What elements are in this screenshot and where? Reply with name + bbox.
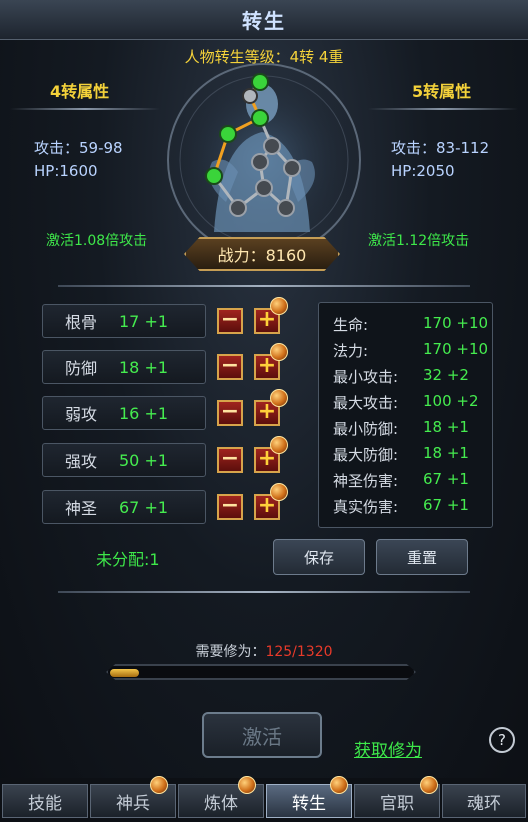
summary-value: 18 +1 [423,418,469,436]
ornament-divider-top [58,285,470,287]
cultivation-progress-fill [110,669,139,677]
orb-badge-icon [270,483,288,501]
summary-value: 67 +1 [423,470,469,488]
summary-value: 18 +1 [423,444,469,462]
summary-key: 最大攻击: [333,394,399,412]
summary-key: 法力: [333,342,369,360]
orb-badge-icon [270,343,288,361]
minus-button[interactable]: − [217,354,243,380]
orb-badge-icon [270,436,288,454]
summary-key: 最大防御: [333,446,399,464]
tab-skills[interactable]: 技能 [2,784,88,818]
summary-row: 法力: 170 +10 [333,340,493,361]
current-attack: 攻击：59-98 [34,139,123,157]
attribute-row: 神圣 67 +1 [42,490,206,524]
attribute-value: 16 +1 [119,403,169,423]
summary-row: 最小防御: 18 +1 [333,418,493,439]
attribute-value: 67 +1 [119,497,169,517]
orb-badge-icon [330,776,348,794]
attribute-row: 强攻 50 +1 [42,443,206,477]
attribute-row: 防御 18 +1 [42,350,206,384]
attribute-name: 弱攻 [64,405,97,424]
combat-power-badge: 战力：8160 [184,237,340,271]
summary-value: 170 +10 [423,314,489,332]
orb-badge-icon [420,776,438,794]
reset-button[interactable]: 重置 [376,539,468,575]
get-cultivation-link[interactable]: 获取修为 [354,736,422,761]
summary-key: 真实伤害: [333,498,399,516]
minus-button[interactable]: − [217,400,243,426]
attribute-name: 强攻 [64,452,97,471]
cultivation-value: 125/1320 [265,644,333,660]
summary-value: 67 +1 [423,496,469,514]
summary-row: 神圣伤害: 67 +1 [333,470,493,491]
summary-row: 最大防御: 18 +1 [333,444,493,465]
attribute-name: 神圣 [64,499,97,518]
summary-value: 100 +2 [423,392,479,410]
next-hp: HP:2050 [391,162,455,180]
tab-soul-ring[interactable]: 魂环 [442,784,526,818]
summary-row: 生命: 170 +10 [333,314,493,335]
bottom-tab-bar: 技能 神兵 炼体 转生 官职 魂环 [0,776,528,822]
attribute-row: 根骨 17 +1 [42,304,206,338]
summary-row: 真实伤害: 67 +1 [333,496,493,517]
summary-key: 生命: [333,316,369,334]
cultivation-label: 需要修为： [195,644,266,660]
attribute-name: 根骨 [64,313,97,332]
current-rebirth-heading: 4转属性 [50,82,110,101]
cultivation-requirement: 需要修为：125/1320 [0,641,528,661]
window-title: 转生 [242,9,286,33]
help-icon[interactable]: ? [489,727,515,753]
next-rebirth-heading: 5转属性 [412,82,472,101]
orb-badge-icon [270,389,288,407]
next-attack: 攻击：83-112 [391,139,490,157]
summary-value: 32 +2 [423,366,469,384]
summary-row: 最小攻击: 32 +2 [333,366,493,387]
combat-power-value: 战力：8160 [217,246,307,265]
summary-key: 神圣伤害: [333,472,399,490]
orb-badge-icon [238,776,256,794]
constellation-figure-icon [167,63,361,257]
attribute-value: 17 +1 [119,311,169,331]
ornament-divider-bottom [58,591,470,593]
attribute-value: 18 +1 [119,357,169,377]
save-button[interactable]: 保存 [273,539,365,575]
title-bar: 转生 [0,0,528,40]
attribute-row: 弱攻 16 +1 [42,396,206,430]
activate-button[interactable]: 激活 [202,712,322,758]
attribute-value: 50 +1 [119,450,169,470]
rebirth-panel: 转生 人物转生等级：4转 4重 4转属性 5转属性 攻击：59-98 HP:16… [0,0,528,822]
current-hp: HP:1600 [34,162,98,180]
minus-button[interactable]: − [217,308,243,334]
orb-badge-icon [150,776,168,794]
minus-button[interactable]: − [217,447,243,473]
stat-summary-box: 生命: 170 +10 法力: 170 +10 最小攻击: 32 +2 最大攻击: 10… [318,302,493,528]
summary-row: 最大攻击: 100 +2 [333,392,493,413]
current-activate-bonus: 激活1.08倍攻击 [46,233,148,249]
summary-key: 最小防御: [333,420,399,438]
left-divider [10,108,160,110]
right-divider [368,108,518,110]
orb-badge-icon [270,297,288,315]
unallocated-points: 未分配:1 [96,550,160,569]
attribute-name: 防御 [64,359,97,378]
minus-button[interactable]: − [217,494,243,520]
summary-key: 最小攻击: [333,368,399,386]
cultivation-progress-bar [106,664,416,680]
summary-value: 170 +10 [423,340,489,358]
